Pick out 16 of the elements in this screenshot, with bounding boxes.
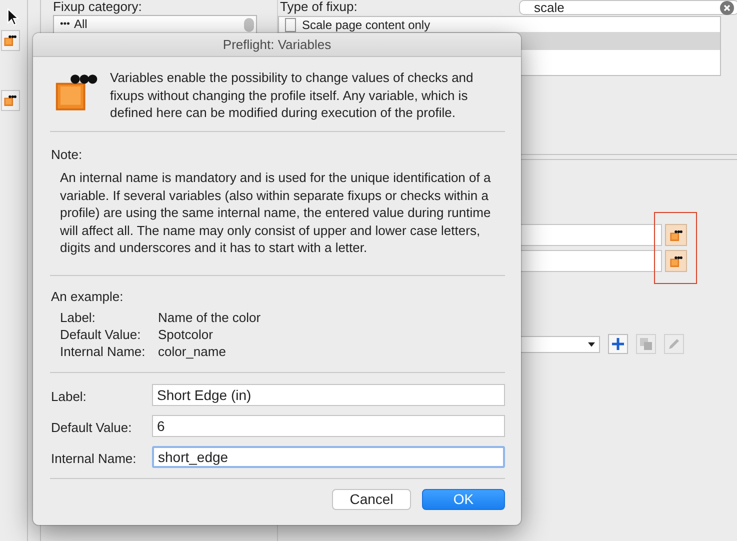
dialog-title: Preflight: Variables xyxy=(222,37,332,52)
section-label: Fixup category: xyxy=(53,0,143,14)
field-label: Label: xyxy=(51,388,88,404)
example-value: Spotcolor xyxy=(158,326,214,342)
example-label: Label: xyxy=(60,308,96,326)
example-value: Name of the color xyxy=(158,308,261,326)
example-label: Default Value: xyxy=(60,326,142,342)
intro-text: Variables enable the possibility to change values of checks and fixups without changing the profile itself. Any variable, which is defined here can be modified during execution of the profile. xyxy=(110,69,474,122)
example-label: Internal Name: xyxy=(60,342,146,360)
field-label: Default Value: xyxy=(51,419,133,435)
field-label: Internal Name: xyxy=(51,450,138,466)
note-heading: Note: xyxy=(51,146,84,163)
example-heading: An example: xyxy=(51,288,124,304)
example-value: color_name xyxy=(158,342,227,360)
section-label: Type of fixup: xyxy=(280,0,358,14)
note-text: An internal name is mandatory and is used for the unique identification of a variable. If several variables (also within separate fixups or checks within a profile) are using the same internal name, the entered value during runtime will affect all. The name may only consist of upper and lower case letters, digits and underscores and it has to start with a letter. xyxy=(60,169,492,257)
